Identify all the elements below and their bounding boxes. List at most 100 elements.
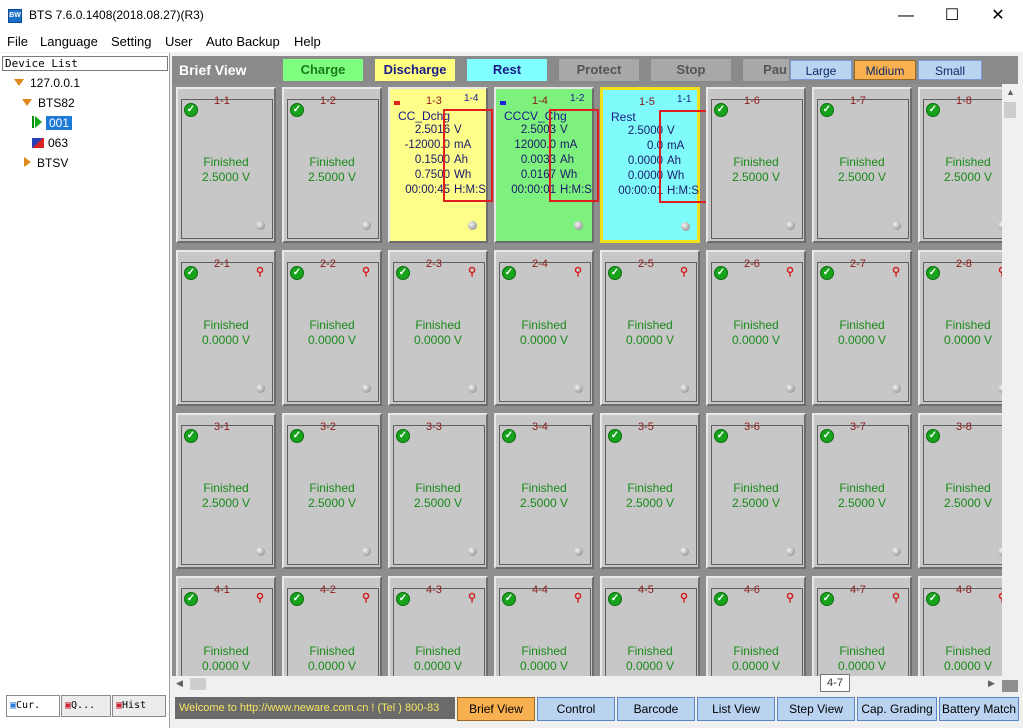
minimize-button[interactable]: —	[883, 0, 929, 32]
tab-battery-match[interactable]: Battery Match	[939, 697, 1019, 721]
channel-cell[interactable]: 2-1 ✓ ⚲ Finished 0.0000 V	[176, 250, 276, 406]
tab-step-view[interactable]: Step View	[777, 697, 855, 721]
tab-list-view[interactable]: List View	[697, 697, 775, 721]
tab-cap-grading[interactable]: Cap. Grading	[857, 697, 937, 721]
channel-cell[interactable]: 3-1 ✓ Finished 2.5000 V	[176, 413, 276, 569]
cell-frame	[499, 262, 591, 402]
channel-cell[interactable]: 1-8 ✓ Finished 2.5000 V	[918, 87, 1002, 243]
scroll-left-icon[interactable]: ◀	[176, 678, 183, 689]
tab-barcode[interactable]: Barcode	[617, 697, 695, 721]
channel-id: 2-7	[850, 258, 866, 270]
tab-queue[interactable]: ▣Q...	[61, 695, 111, 717]
alarm-icon: ⚲	[891, 266, 901, 278]
vertical-scroll-thumb[interactable]	[1004, 102, 1016, 118]
channel-voltage: 0.0000 V	[307, 333, 357, 347]
channel-cell[interactable]: 1-4 1-2 CCCV_Chg 2.5003 V 12000.0 mA 0.0033 Ah 0.…	[494, 87, 599, 243]
check-icon: ✓	[290, 429, 304, 443]
channel-voltage: 2.5000 V	[201, 170, 251, 184]
readout-value: 2.5003	[520, 124, 556, 136]
tree-node-btsv[interactable]: BTSV	[24, 154, 68, 172]
tab-current[interactable]: ▣Cur.	[6, 695, 60, 717]
check-icon: ✓	[502, 592, 516, 606]
tree-node-bts82[interactable]: BTS82	[22, 94, 75, 112]
status-led-icon	[681, 222, 690, 231]
status-led-icon	[574, 384, 583, 393]
channel-cell[interactable]: 4-6 ✓ ⚲ Finished 0.0000 V	[706, 576, 806, 680]
channel-cell[interactable]: 4-8✓⚲Finished0.0000 V	[918, 576, 1002, 680]
status-led-icon	[892, 384, 901, 393]
menu-auto-backup[interactable]: Auto Backup	[206, 34, 280, 49]
check-icon: ✓	[926, 429, 940, 443]
channel-cell[interactable]: 4-4 ✓ ⚲ Finished 0.0000 V	[494, 576, 594, 680]
menu-user[interactable]: User	[165, 34, 192, 49]
scroll-right-icon[interactable]: ▶	[988, 678, 995, 689]
channel-cell[interactable]: 1-2 ✓ Finished 2.5000 V	[282, 87, 382, 243]
channel-status: Finished	[203, 318, 249, 332]
menu-language[interactable]: Language	[40, 34, 98, 49]
tree-node-ip[interactable]: 127.0.0.1	[14, 74, 80, 92]
channel-voltage: 0.0000 V	[201, 659, 251, 673]
readout-value: 0.0	[647, 140, 663, 152]
channel-cell[interactable]: 4-2 ✓ ⚲ Finished 0.0000 V	[282, 576, 382, 680]
channel-cell[interactable]: 2-8✓⚲Finished0.0000 V	[918, 250, 1002, 406]
vertical-scrollbar[interactable]: ▲	[1002, 84, 1018, 680]
channel-cell[interactable]: 3-3 ✓ Finished 2.5000 V	[388, 413, 488, 569]
expand-icon[interactable]	[14, 79, 24, 86]
readout-value: 0.7500	[414, 169, 450, 181]
channel-cell[interactable]: 1-7 ✓ Finished 2.5000 V	[812, 87, 912, 243]
channel-id: 2-2	[320, 258, 336, 270]
size-small-button[interactable]: Small	[918, 60, 982, 80]
channel-cell[interactable]: 2-5 ✓ ⚲ Finished 0.0000 V	[600, 250, 700, 406]
menu-help[interactable]: Help	[294, 34, 321, 49]
cell-frame	[181, 262, 273, 402]
channel-cell[interactable]: 3-5 ✓ Finished 2.5000 V	[600, 413, 700, 569]
channel-status: Finished	[309, 644, 355, 658]
main-panel: Brief View Charge Discharge Rest Protect…	[172, 56, 1018, 692]
channel-status: Finished	[627, 318, 673, 332]
channel-cell[interactable]: 2-6 ✓ ⚲ Finished 0.0000 V	[706, 250, 806, 406]
channel-cell[interactable]: 3-2 ✓ Finished 2.5000 V	[282, 413, 382, 569]
channel-cell[interactable]: 2-2 ✓ ⚲ Finished 0.0000 V	[282, 250, 382, 406]
channel-status: Finished	[733, 318, 779, 332]
maximize-button[interactable]: ☐	[929, 0, 975, 32]
readout-value: 0.1500	[414, 154, 450, 166]
check-icon: ✓	[290, 592, 304, 606]
scroll-up-icon[interactable]: ▲	[1006, 87, 1015, 97]
tree-node-unit-063[interactable]: 063	[32, 134, 68, 152]
legend-discharge: Discharge	[375, 59, 455, 81]
close-button[interactable]: ✕	[975, 0, 1021, 32]
channel-cell[interactable]: 3-8 ✓ Finished 2.5000 V	[918, 413, 1002, 569]
channel-id: 1-6	[744, 95, 760, 107]
tree-node-unit-001[interactable]: 001	[32, 114, 73, 132]
menu-setting[interactable]: Setting	[111, 34, 151, 49]
channel-cell[interactable]: 3-4 ✓ Finished 2.5000 V	[494, 413, 594, 569]
channel-cell[interactable]: 3-6 ✓ Finished 2.5000 V	[706, 413, 806, 569]
channel-cell[interactable]: 1-6 ✓ Finished 2.5000 V	[706, 87, 806, 243]
channel-cell[interactable]: 4-1 ✓ ⚲ Finished 0.0000 V	[176, 576, 276, 680]
tab-brief-view[interactable]: Brief View	[457, 697, 535, 721]
tab-history[interactable]: ▣Hist	[112, 695, 166, 717]
sidebar-tabs: ▣Cur. ▣Q... ▣Hist	[0, 695, 170, 719]
check-icon: ✓	[820, 103, 834, 117]
size-large-button[interactable]: Large	[790, 60, 852, 80]
channel-cell[interactable]: 4-5 ✓ ⚲ Finished 0.0000 V	[600, 576, 700, 680]
horizontal-scroll-thumb[interactable]	[190, 678, 206, 690]
channel-cell[interactable]: 4-3 ✓ ⚲ Finished 0.0000 V	[388, 576, 488, 680]
tab-control[interactable]: Control	[537, 697, 615, 721]
channel-cell[interactable]: 1-3 1-4 CC_Dchg 2.5016 V -12000.0 mA 0.1500 Ah 0.…	[388, 87, 493, 243]
size-medium-button[interactable]: Midium	[854, 60, 916, 80]
collapse-icon[interactable]	[24, 157, 31, 167]
channel-cell[interactable]: 1-1 ✓ Finished 2.5000 V	[176, 87, 276, 243]
horizontal-scrollbar[interactable]: ◀ ▶	[172, 676, 1002, 692]
channel-cell[interactable]: 2-3 ✓ ⚲ Finished 0.0000 V	[388, 250, 488, 406]
channel-cell[interactable]: 1-5 1-1 Rest 2.5000 V 0.0 mA 0.0000 Ah 0.0000 Wh 00…	[600, 87, 709, 243]
channel-cell[interactable]: 4-7 ✓ ⚲ Finished 0.0000 V	[812, 576, 912, 680]
alarm-icon: ⚲	[467, 266, 477, 278]
channel-cell[interactable]: 3-7 ✓ Finished 2.5000 V	[812, 413, 912, 569]
channel-cell[interactable]: 2-4 ✓ ⚲ Finished 0.0000 V	[494, 250, 594, 406]
status-led-icon	[468, 384, 477, 393]
check-icon: ✓	[608, 592, 622, 606]
channel-cell[interactable]: 2-7 ✓ ⚲ Finished 0.0000 V	[812, 250, 912, 406]
menu-file[interactable]: File	[7, 34, 28, 49]
expand-icon[interactable]	[22, 99, 32, 106]
